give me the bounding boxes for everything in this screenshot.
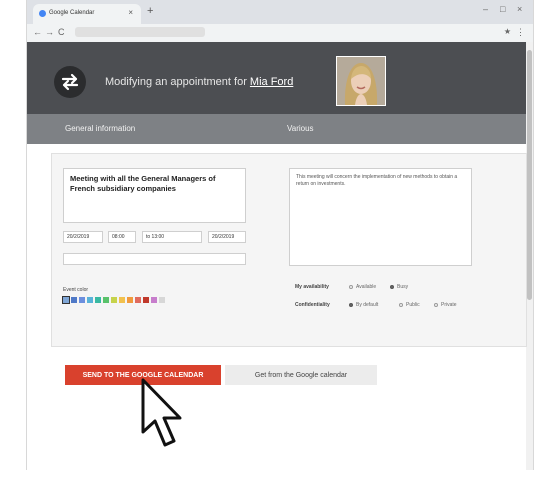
- scrollbar-thumb[interactable]: [527, 50, 532, 300]
- start-date-field[interactable]: 20/2/2019: [63, 231, 103, 243]
- scrollbar[interactable]: [526, 42, 533, 470]
- confidentiality-private-radio[interactable]: [434, 302, 438, 307]
- color-swatch[interactable]: [119, 297, 125, 303]
- section-various: Various: [287, 124, 314, 133]
- color-swatch[interactable]: [127, 297, 133, 303]
- confidentiality-label: Confidentiality: [295, 302, 330, 308]
- availability-option-busy[interactable]: Busy: [390, 284, 408, 290]
- availability-available-label: Available: [356, 284, 377, 290]
- confidentiality-private-label: Private: [441, 302, 457, 308]
- avatar: [336, 56, 386, 106]
- availability-label: My availability: [295, 284, 329, 290]
- page-title-text: Modifying an appointment for: [105, 76, 250, 88]
- sync-icon: [54, 66, 86, 98]
- get-from-google-calendar-button[interactable]: Get from the Google calendar: [225, 365, 377, 385]
- availability-available-radio[interactable]: [349, 284, 353, 289]
- section-headers: General information Various: [27, 114, 526, 144]
- event-color-label: Event color: [63, 287, 89, 293]
- availability-busy-radio[interactable]: [390, 284, 394, 289]
- location-field[interactable]: [63, 253, 246, 265]
- forward-icon[interactable]: →: [45, 27, 54, 37]
- confidentiality-option-private[interactable]: Private: [434, 302, 457, 308]
- minimize-icon[interactable]: –: [483, 4, 488, 14]
- mouse-pointer-icon: [140, 377, 196, 460]
- tab-title: Google Calendar: [49, 10, 95, 16]
- color-swatch[interactable]: [151, 297, 157, 303]
- color-swatch[interactable]: [95, 297, 101, 303]
- confidentiality-default-radio[interactable]: [349, 302, 353, 307]
- url-field[interactable]: [75, 27, 205, 37]
- reload-icon[interactable]: C: [58, 27, 65, 37]
- confidentiality-option-default[interactable]: By default: [349, 302, 378, 308]
- color-swatch[interactable]: [71, 297, 77, 303]
- confidentiality-default-label: By default: [356, 302, 379, 308]
- back-icon[interactable]: ←: [33, 27, 42, 37]
- color-swatch[interactable]: [159, 297, 165, 303]
- color-swatch[interactable]: [87, 297, 93, 303]
- browser-tab[interactable]: Google Calendar ×: [33, 4, 141, 24]
- page-title: Modifying an appointment for Mia Ford: [105, 76, 293, 88]
- maximize-icon[interactable]: □: [500, 4, 505, 14]
- availability-option-available[interactable]: Available: [349, 284, 376, 290]
- calendar-favicon-icon: [39, 10, 46, 17]
- availability-busy-label: Busy: [397, 284, 409, 290]
- appointment-form: Meeting with all the General Managers of…: [51, 153, 527, 347]
- color-swatch[interactable]: [103, 297, 109, 303]
- confidentiality-option-public[interactable]: Public: [399, 302, 420, 308]
- description-textarea[interactable]: This meeting will concern the implementa…: [289, 168, 472, 266]
- color-swatch[interactable]: [135, 297, 141, 303]
- title-textarea[interactable]: Meeting with all the General Managers of…: [63, 168, 246, 223]
- tab-close-icon[interactable]: ×: [128, 8, 133, 17]
- browser-window: Google Calendar × + – □ × ← → C ★ ⋮ Modi…: [26, 0, 534, 470]
- appointment-header: Modifying an appointment for Mia Ford: [27, 42, 526, 114]
- menu-icon[interactable]: ⋮: [516, 27, 525, 38]
- address-bar-row: ← → C ★ ⋮: [27, 24, 533, 43]
- color-swatch[interactable]: [143, 297, 149, 303]
- color-swatch[interactable]: [62, 296, 70, 304]
- confidentiality-public-radio[interactable]: [399, 302, 403, 307]
- tab-bar: Google Calendar × + – □ ×: [27, 0, 533, 24]
- close-window-icon[interactable]: ×: [517, 4, 522, 14]
- color-swatch[interactable]: [111, 297, 117, 303]
- section-general-information: General information: [65, 124, 136, 133]
- end-time-field[interactable]: to 13:00: [142, 231, 202, 243]
- bookmark-icon[interactable]: ★: [504, 27, 511, 36]
- end-date-field[interactable]: 20/2/2019: [208, 231, 246, 243]
- confidentiality-public-label: Public: [406, 302, 420, 308]
- color-swatch[interactable]: [79, 297, 85, 303]
- start-time-field[interactable]: 08:00: [108, 231, 136, 243]
- user-name-link[interactable]: Mia Ford: [250, 76, 293, 88]
- new-tab-button[interactable]: +: [147, 5, 153, 17]
